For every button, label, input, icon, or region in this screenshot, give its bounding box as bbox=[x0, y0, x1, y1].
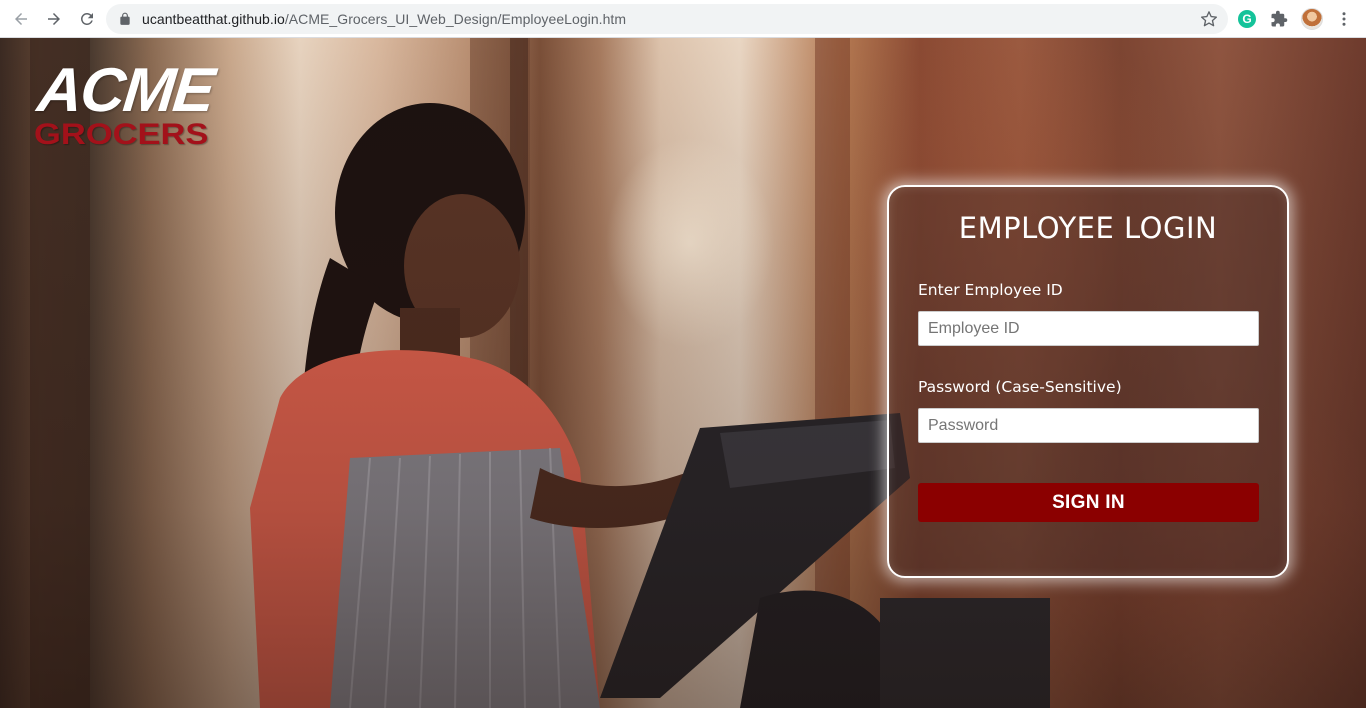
password-input[interactable] bbox=[918, 408, 1259, 443]
forward-arrow-icon[interactable] bbox=[42, 7, 66, 31]
employee-id-input[interactable] bbox=[918, 311, 1259, 346]
login-title: EMPLOYEE LOGIN bbox=[958, 211, 1218, 245]
back-arrow-icon[interactable] bbox=[9, 7, 33, 31]
kebab-menu-icon[interactable] bbox=[1334, 9, 1354, 29]
logo-acme-text: ACME bbox=[34, 56, 217, 125]
browser-toolbar: ucantbeatthat.github.io/ACME_Grocers_UI_… bbox=[0, 0, 1366, 38]
lock-icon[interactable] bbox=[118, 12, 132, 26]
login-card: EMPLOYEE LOGIN Enter Employee ID Passwor… bbox=[887, 185, 1289, 578]
grammarly-letter: G bbox=[1242, 12, 1252, 26]
employee-id-label: Enter Employee ID bbox=[918, 281, 1063, 299]
puzzle-icon[interactable] bbox=[1269, 9, 1289, 29]
avatar[interactable] bbox=[1301, 8, 1323, 30]
logo-grocers-text: GROCERS bbox=[34, 118, 209, 151]
grammarly-icon[interactable]: G bbox=[1238, 10, 1256, 28]
sign-in-button[interactable]: SIGN IN bbox=[918, 483, 1259, 522]
address-bar[interactable]: ucantbeatthat.github.io/ACME_Grocers_UI_… bbox=[106, 4, 1228, 34]
url-path: /ACME_Grocers_UI_Web_Design/EmployeeLogi… bbox=[284, 11, 627, 27]
reload-icon[interactable] bbox=[75, 7, 99, 31]
acme-grocers-logo[interactable]: ACME GROCERS bbox=[30, 56, 216, 156]
url-text[interactable]: ucantbeatthat.github.io/ACME_Grocers_UI_… bbox=[142, 11, 626, 27]
url-domain: ucantbeatthat.github.io bbox=[142, 11, 285, 27]
star-icon[interactable] bbox=[1200, 10, 1218, 28]
password-label: Password (Case-Sensitive) bbox=[918, 378, 1122, 396]
login-page: ACME GROCERS EMPLOYEE LOGIN Enter Employ… bbox=[0, 38, 1366, 708]
